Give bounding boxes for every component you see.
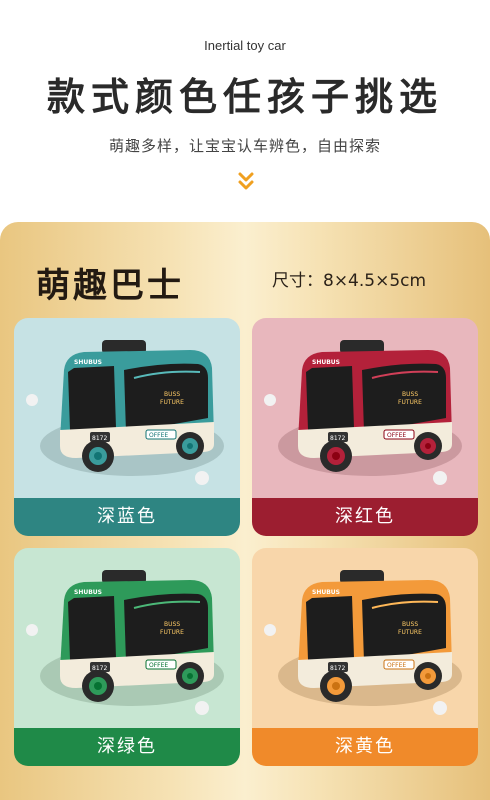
color-card-green[interactable]: SHUBUS BUSS FUTURE 8172 OFFEE 深绿色 bbox=[14, 548, 240, 766]
bus-side-text: FUTURE bbox=[398, 629, 422, 636]
bus-side-text: BUSS bbox=[164, 391, 180, 398]
bus-front-badge: SHUBUS bbox=[312, 359, 340, 366]
bus-side-text: BUSS bbox=[164, 621, 180, 628]
page-headline: 款式颜色任孩子挑选 bbox=[46, 75, 443, 119]
section-title: 萌趣巴士 bbox=[36, 266, 184, 306]
bus-side-text: FUTURE bbox=[160, 629, 184, 636]
bus-front-badge: SHUBUS bbox=[312, 589, 340, 596]
bus-illustration: SHUBUS BUSS FUTURE 8172 OFFEE bbox=[26, 340, 224, 485]
color-label: 深蓝色 bbox=[14, 498, 240, 536]
product-image: SHUBUS BUSS FUTURE 8172 OFFEE bbox=[14, 318, 240, 498]
color-card-blue[interactable]: SHUBUS BUSS FUTURE 8172 OFFEE 深蓝色 bbox=[14, 318, 240, 536]
bus-front-badge: SHUBUS bbox=[74, 359, 102, 366]
bus-illustration: SHUBUS BUSS FUTURE 8172 OFFEE bbox=[264, 570, 462, 715]
bus-illustration: SHUBUS BUSS FUTURE 8172 OFFEE bbox=[26, 570, 224, 715]
size-spec: 尺寸：8×4.5×5cm bbox=[272, 271, 427, 291]
bus-front-badge: SHUBUS bbox=[74, 589, 102, 596]
bus-side-text: BUSS bbox=[402, 391, 418, 398]
bus-side-plate: OFFEE bbox=[149, 432, 168, 439]
bus-side-plate: OFFEE bbox=[387, 432, 406, 439]
color-label: 深黄色 bbox=[252, 728, 478, 766]
product-image: SHUBUS BUSS FUTURE 8172 OFFEE bbox=[252, 548, 478, 728]
bus-side-text: BUSS bbox=[402, 621, 418, 628]
color-label: 深绿色 bbox=[14, 728, 240, 766]
subtitle-en: Inertial toy car bbox=[204, 38, 286, 53]
product-image: SHUBUS BUSS FUTURE 8172 OFFEE bbox=[252, 318, 478, 498]
bus-side-text: FUTURE bbox=[398, 399, 422, 406]
bus-side-plate: OFFEE bbox=[387, 662, 406, 669]
header-section: Inertial toy car 款式颜色任孩子挑选 萌趣多样，让宝宝认车辨色，… bbox=[0, 0, 490, 222]
page-description: 萌趣多样，让宝宝认车辨色，自由探索 bbox=[108, 137, 381, 155]
double-chevron-down-icon bbox=[238, 172, 254, 190]
bus-side-text: FUTURE bbox=[160, 399, 184, 406]
product-image: SHUBUS BUSS FUTURE 8172 OFFEE bbox=[14, 548, 240, 728]
color-label: 深红色 bbox=[252, 498, 478, 536]
color-card-yellow[interactable]: SHUBUS BUSS FUTURE 8172 OFFEE 深黄色 bbox=[252, 548, 478, 766]
bus-side-plate: OFFEE bbox=[149, 662, 168, 669]
color-card-red[interactable]: SHUBUS BUSS FUTURE 8172 OFFEE 深红色 bbox=[252, 318, 478, 536]
bus-illustration: SHUBUS BUSS FUTURE 8172 OFFEE bbox=[264, 340, 462, 485]
